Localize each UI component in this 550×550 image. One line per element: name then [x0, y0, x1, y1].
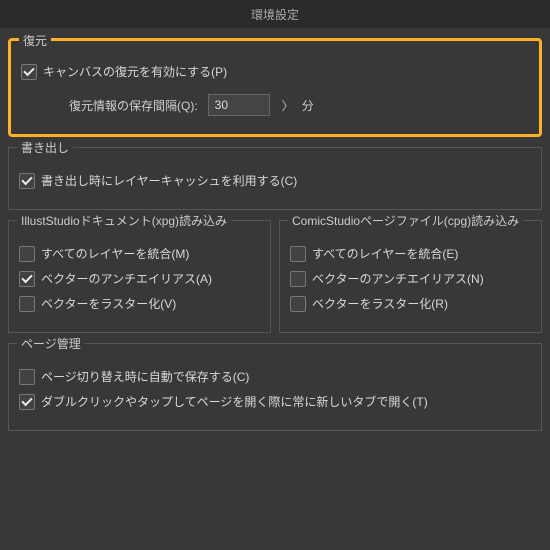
checkbox-icon	[19, 173, 35, 189]
group-export-legend: 書き出し	[17, 139, 73, 156]
recovery-interval-label: 復元情報の保存間隔(Q):	[69, 97, 198, 114]
illust-aa-check[interactable]: ベクターのアンチエイリアス(A)	[19, 270, 260, 287]
group-page-legend: ページ管理	[17, 335, 85, 352]
page-autosave-label: ページ切り替え時に自動で保存する(C)	[41, 368, 249, 385]
checkbox-icon	[19, 296, 35, 312]
comic-raster-label: ベクターをラスター化(R)	[312, 295, 448, 312]
group-illust-import: IllustStudioドキュメント(xpg)読み込み すべてのレイヤーを統合(…	[8, 220, 271, 333]
enable-recovery-check[interactable]: キャンバスの復元を有効にする(P)	[21, 63, 529, 80]
group-recovery-legend: 復元	[19, 32, 51, 49]
illust-raster-check[interactable]: ベクターをラスター化(V)	[19, 295, 260, 312]
checkbox-icon	[19, 369, 35, 385]
dialog-content: 復元 キャンバスの復元を有効にする(P) 復元情報の保存間隔(Q): 〉 分 書…	[0, 28, 550, 449]
recovery-interval-input[interactable]	[208, 94, 270, 116]
group-comic-import: ComicStudioページファイル(cpg)読み込み すべてのレイヤーを統合(…	[279, 220, 542, 333]
page-autosave-check[interactable]: ページ切り替え時に自動で保存する(C)	[19, 368, 531, 385]
group-export: 書き出し 書き出し時にレイヤーキャッシュを利用する(C)	[8, 147, 542, 210]
group-page-manage: ページ管理 ページ切り替え時に自動で保存する(C) ダブルクリックやタップしてペ…	[8, 343, 542, 431]
comic-raster-check[interactable]: ベクターをラスター化(R)	[290, 295, 531, 312]
chevron-right-icon[interactable]: 〉	[270, 97, 302, 114]
checkbox-icon	[290, 246, 306, 262]
group-recovery: 復元 キャンバスの復元を有効にする(P) 復元情報の保存間隔(Q): 〉 分	[8, 38, 542, 137]
comic-aa-check[interactable]: ベクターのアンチエイリアス(N)	[290, 270, 531, 287]
window-title: 環境設定	[251, 6, 299, 23]
comic-merge-check[interactable]: すべてのレイヤーを統合(E)	[290, 245, 531, 262]
window-titlebar: 環境設定	[0, 0, 550, 28]
checkbox-icon	[21, 64, 37, 80]
comic-merge-label: すべてのレイヤーを統合(E)	[312, 245, 458, 262]
checkbox-icon	[290, 296, 306, 312]
illust-merge-label: すべてのレイヤーを統合(M)	[41, 245, 189, 262]
comic-aa-label: ベクターのアンチエイリアス(N)	[312, 270, 484, 287]
layer-cache-check[interactable]: 書き出し時にレイヤーキャッシュを利用する(C)	[19, 172, 531, 189]
group-illust-legend: IllustStudioドキュメント(xpg)読み込み	[17, 212, 231, 229]
checkbox-icon	[290, 271, 306, 287]
illust-merge-check[interactable]: すべてのレイヤーを統合(M)	[19, 245, 260, 262]
page-newtab-check[interactable]: ダブルクリックやタップしてページを開く際に常に新しいタブで開く(T)	[19, 393, 531, 410]
checkbox-icon	[19, 246, 35, 262]
illust-raster-label: ベクターをラスター化(V)	[41, 295, 176, 312]
checkbox-icon	[19, 271, 35, 287]
layer-cache-label: 書き出し時にレイヤーキャッシュを利用する(C)	[41, 172, 297, 189]
checkbox-icon	[19, 394, 35, 410]
group-comic-legend: ComicStudioページファイル(cpg)読み込み	[288, 212, 523, 229]
page-newtab-label: ダブルクリックやタップしてページを開く際に常に新しいタブで開く(T)	[41, 393, 428, 410]
enable-recovery-label: キャンバスの復元を有効にする(P)	[43, 63, 227, 80]
recovery-interval-unit: 分	[302, 97, 314, 114]
illust-aa-label: ベクターのアンチエイリアス(A)	[41, 270, 212, 287]
recovery-interval-row: 復元情報の保存間隔(Q): 〉 分	[69, 94, 529, 116]
